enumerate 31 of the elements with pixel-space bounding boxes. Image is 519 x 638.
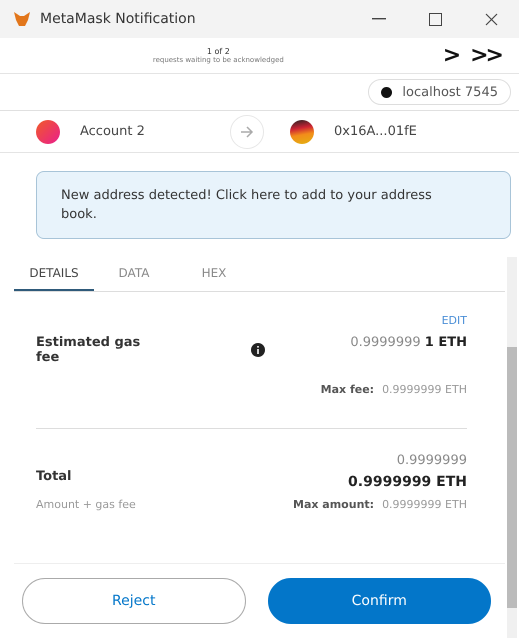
total-label: Total [36,469,73,484]
amount-plus-gas-label: Amount + gas fee [36,498,136,511]
network-selector[interactable]: localhost 7545 [368,79,511,105]
max-fee-value: 0.9999999 ETH [382,383,467,396]
confirm-button[interactable]: Confirm [268,578,491,624]
maximize-icon[interactable] [428,12,442,26]
address-notice[interactable]: New address detected! Click here to add to your address book. [36,171,511,239]
fox-logo-icon [14,12,30,26]
max-fee-label: Max fee: [320,383,374,396]
info-icon [251,343,266,357]
window-title: MetaMask Notification [40,11,197,27]
next-button[interactable]: > [436,43,464,68]
last-button[interactable]: >> [464,43,507,68]
close-icon[interactable] [484,12,498,26]
avatar [290,120,314,144]
scrollbar[interactable] [505,257,519,638]
request-count: 1 of 2 [206,47,230,56]
max-amount-label: Max amount: [293,498,374,511]
total-eth: 0.9999999 ETH [348,474,467,490]
gas-fee-value: 0.9999999 1 ETH [350,335,467,350]
recipient-address: 0x16A...01fE [334,124,418,139]
tab[interactable]: HEX [174,257,254,291]
max-amount-value: 0.9999999 ETH [382,498,467,511]
tab[interactable]: DATA [94,257,174,291]
sender-account: Account 2 [80,124,146,139]
minimize-icon[interactable] [372,18,386,20]
reject-button[interactable]: Reject [22,578,246,624]
gas-fee-label: Estimated gas fee [36,335,142,365]
tab[interactable]: DETAILS [14,257,94,291]
total-value: 0.9999999 [396,453,467,468]
avatar [36,120,60,144]
